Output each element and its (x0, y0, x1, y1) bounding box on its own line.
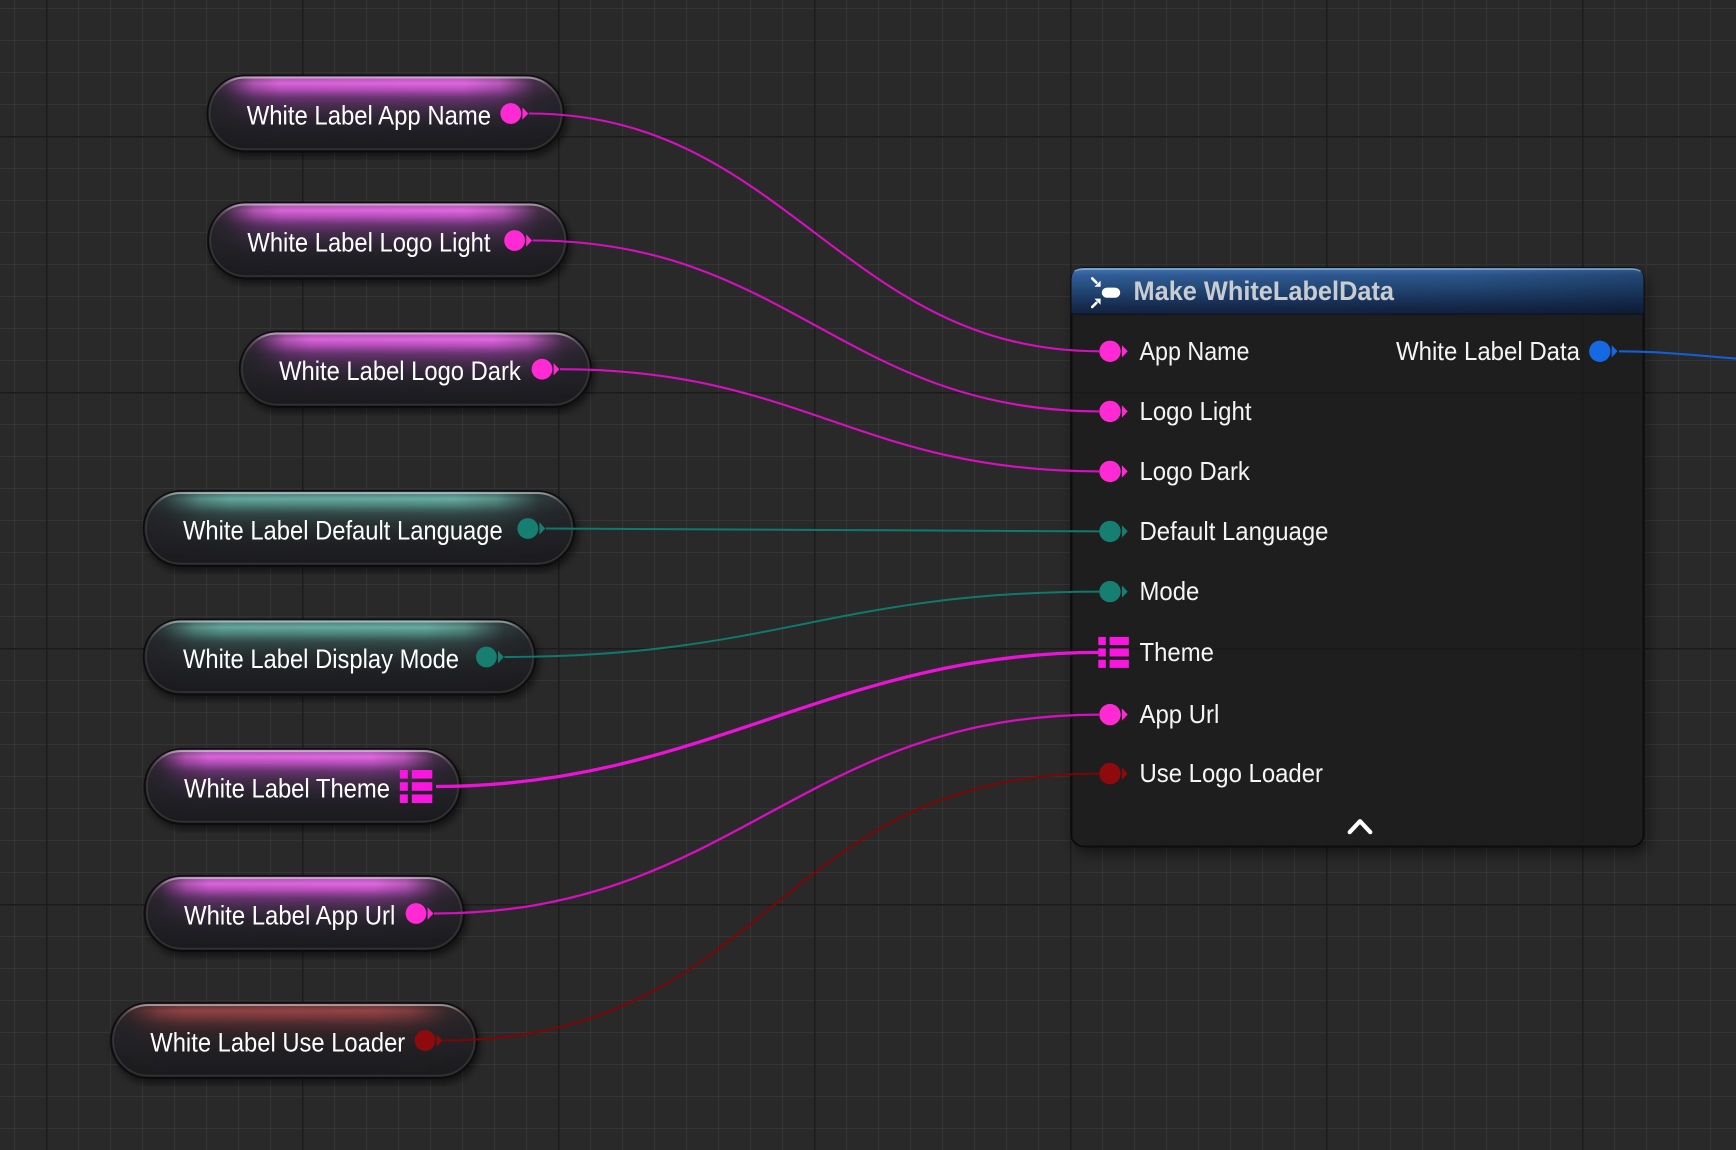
svg-text:White Label Use Loader: White Label Use Loader (150, 1028, 405, 1058)
svg-text:White Label App Name: White Label App Name (247, 101, 491, 131)
svg-text:Mode: Mode (1140, 576, 1200, 606)
svg-text:App Name: App Name (1140, 336, 1250, 366)
svg-text:Make WhiteLabelData: Make WhiteLabelData (1134, 276, 1395, 306)
svg-text:White Label Logo Light: White Label Logo Light (247, 228, 491, 258)
svg-text:White Label Theme: White Label Theme (184, 774, 390, 804)
svg-text:White Label Logo Dark: White Label Logo Dark (279, 356, 521, 386)
svg-text:Logo Light: Logo Light (1140, 396, 1253, 426)
svg-text:App Url: App Url (1140, 699, 1220, 729)
svg-text:Theme: Theme (1140, 637, 1214, 667)
svg-text:Logo Dark: Logo Dark (1140, 456, 1251, 486)
svg-text:White Label App Url: White Label App Url (184, 901, 395, 931)
svg-text:Use Logo Loader: Use Logo Loader (1140, 758, 1324, 788)
svg-text:White Label Display Mode: White Label Display Mode (183, 644, 459, 674)
svg-text:White Label Data: White Label Data (1396, 336, 1580, 366)
svg-text:Default Language: Default Language (1140, 516, 1329, 546)
svg-text:White Label Default Language: White Label Default Language (183, 516, 503, 546)
